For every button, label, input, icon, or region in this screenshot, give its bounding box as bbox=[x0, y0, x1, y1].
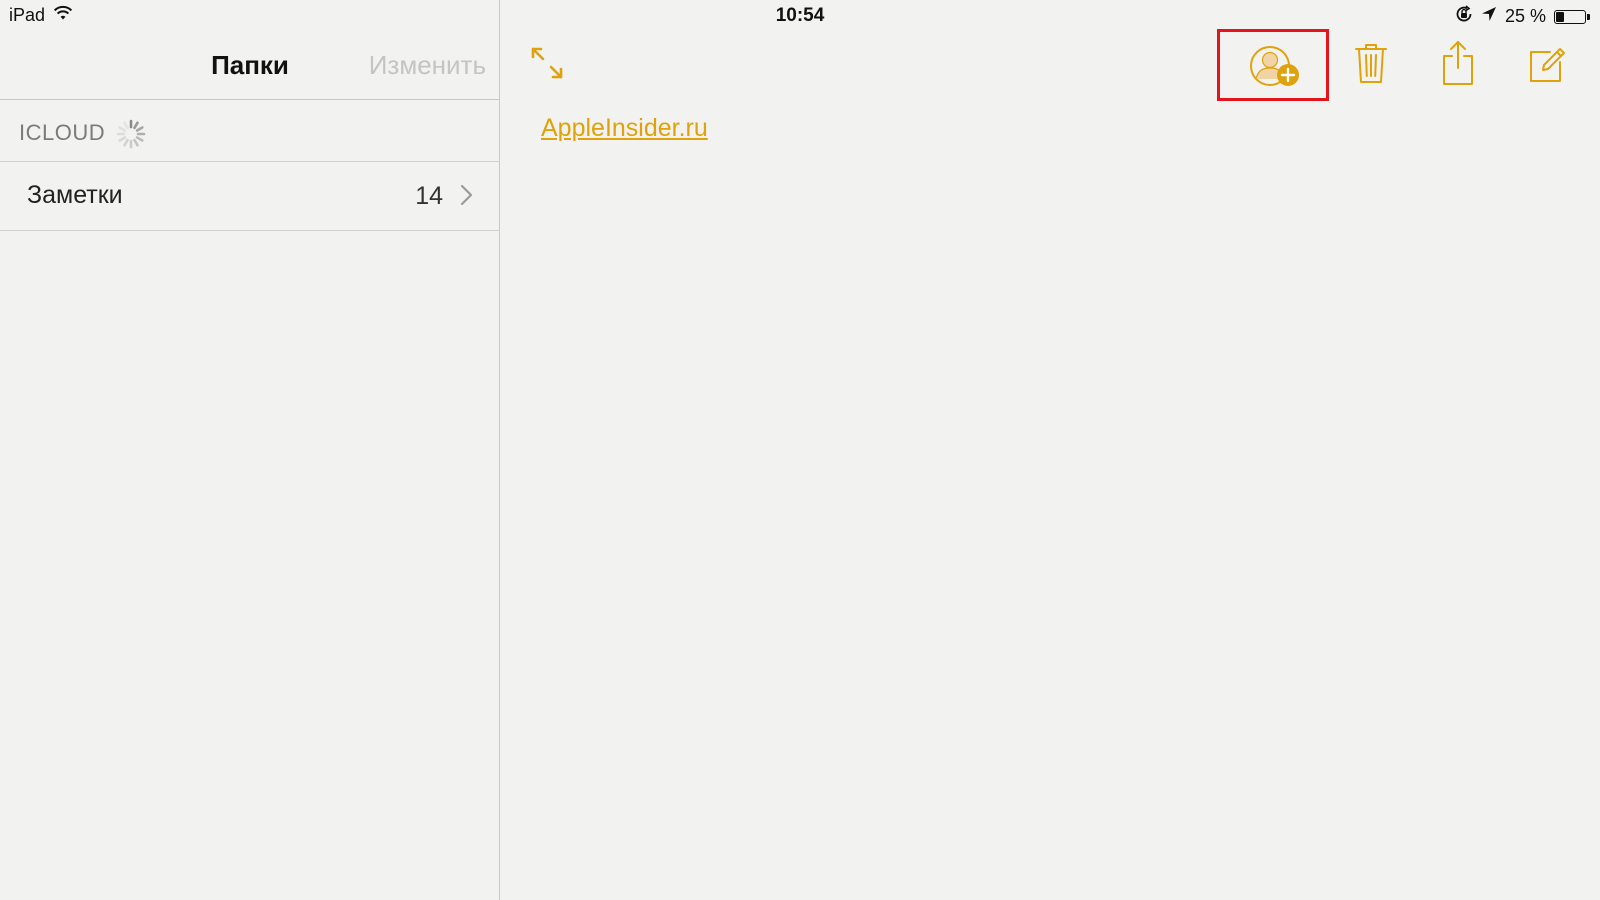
folder-name: Заметки bbox=[27, 181, 123, 209]
loading-spinner-icon bbox=[115, 118, 147, 150]
chevron-right-icon bbox=[460, 184, 474, 206]
edit-button[interactable]: Изменить bbox=[369, 50, 486, 81]
add-person-button[interactable] bbox=[1217, 29, 1329, 101]
sidebar-header: Папки Изменить bbox=[0, 32, 500, 100]
note-link[interactable]: AppleInsider.ru bbox=[541, 114, 708, 143]
add-person-icon bbox=[1250, 46, 1299, 86]
compose-icon[interactable] bbox=[1528, 46, 1566, 84]
section-label: ICLOUD bbox=[19, 120, 106, 145]
folder-count: 14 bbox=[415, 182, 443, 210]
expand-icon[interactable] bbox=[529, 45, 565, 81]
folder-row-notes[interactable]: Заметки 14 bbox=[0, 162, 500, 231]
folders-sidebar: Папки Изменить ICLOUD Заметки 14 bbox=[0, 0, 500, 900]
note-view: AppleInsider.ru bbox=[501, 0, 1600, 900]
icloud-section-header: ICLOUD bbox=[0, 100, 500, 162]
trash-icon[interactable] bbox=[1354, 42, 1388, 84]
share-icon[interactable] bbox=[1441, 40, 1475, 86]
